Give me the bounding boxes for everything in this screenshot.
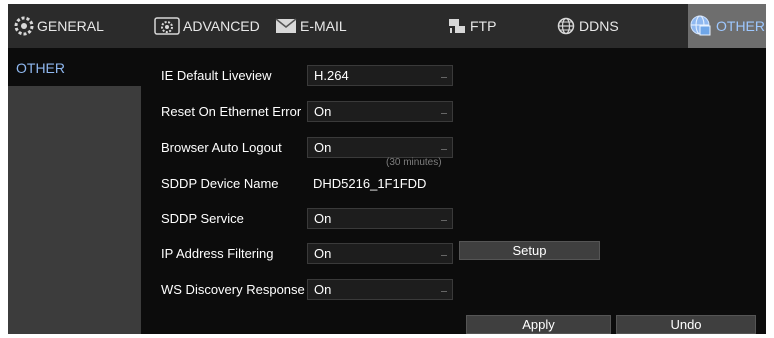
select-value: On: [314, 246, 332, 261]
browser-auto-logout-select[interactable]: On: [307, 137, 453, 158]
apply-button[interactable]: Apply: [466, 315, 611, 334]
chevron-down-icon: [441, 255, 447, 256]
sddp-device-name-label: SDDP Device Name: [161, 176, 279, 191]
ws-discovery-response-select[interactable]: On: [307, 279, 453, 300]
browser-auto-logout-label: Browser Auto Logout: [161, 140, 282, 155]
ip-filter-setup-button[interactable]: Setup: [459, 241, 600, 260]
chevron-down-icon: [441, 149, 447, 150]
tab-bar: GENERAL ADVANCED E-MAIL FTP DDNS OTHER: [8, 4, 766, 48]
tab-ddns[interactable]: DDNS: [556, 4, 619, 48]
other-settings-icon: [689, 14, 713, 38]
ip-address-filtering-label: IP Address Filtering: [161, 246, 274, 261]
tab-email[interactable]: E-MAIL: [275, 4, 347, 48]
ip-address-filtering-select[interactable]: On: [307, 243, 453, 264]
chevron-down-icon: [441, 77, 447, 78]
chevron-down-icon: [441, 113, 447, 114]
chevron-down-icon: [441, 291, 447, 292]
sddp-device-name-value: DHD5216_1F1FDD: [313, 176, 427, 191]
tab-label: OTHER: [716, 18, 765, 34]
ftp-icon: [447, 16, 467, 36]
chevron-down-icon: [441, 220, 447, 221]
tab-label: ADVANCED: [183, 18, 260, 34]
reset-on-ethernet-error-label: Reset On Ethernet Error: [161, 104, 302, 119]
tab-label: FTP: [470, 18, 497, 34]
ie-default-liveview-label: IE Default Liveview: [161, 68, 272, 83]
sidebar-item-other[interactable]: OTHER: [8, 48, 141, 86]
tab-label: GENERAL: [37, 18, 104, 34]
auto-logout-duration-hint: (30 minutes): [386, 157, 442, 168]
advanced-settings-icon: [154, 16, 180, 36]
gear-icon: [14, 16, 34, 36]
reset-on-ethernet-error-select[interactable]: On: [307, 101, 453, 122]
select-value: On: [314, 104, 332, 119]
tab-label: DDNS: [579, 18, 619, 34]
sidebar: OTHER: [8, 48, 141, 334]
sddp-service-select[interactable]: On: [307, 208, 453, 229]
undo-button[interactable]: Undo: [616, 315, 756, 334]
select-value: On: [314, 282, 332, 297]
ie-default-liveview-select[interactable]: H.264: [307, 65, 453, 86]
tab-advanced[interactable]: ADVANCED: [154, 4, 260, 48]
tab-ftp[interactable]: FTP: [447, 4, 496, 48]
select-value: On: [314, 140, 332, 155]
globe-icon: [556, 16, 576, 36]
ws-discovery-response-label: WS Discovery Response: [161, 282, 305, 297]
sddp-service-label: SDDP Service: [161, 211, 244, 226]
tab-label: E-MAIL: [300, 18, 347, 34]
tab-other[interactable]: OTHER: [688, 4, 766, 48]
tab-general[interactable]: GENERAL: [14, 4, 104, 48]
envelope-icon: [275, 18, 297, 34]
settings-window: GENERAL ADVANCED E-MAIL FTP DDNS OTHER O…: [8, 4, 766, 334]
select-value: H.264: [314, 68, 349, 83]
select-value: On: [314, 211, 332, 226]
